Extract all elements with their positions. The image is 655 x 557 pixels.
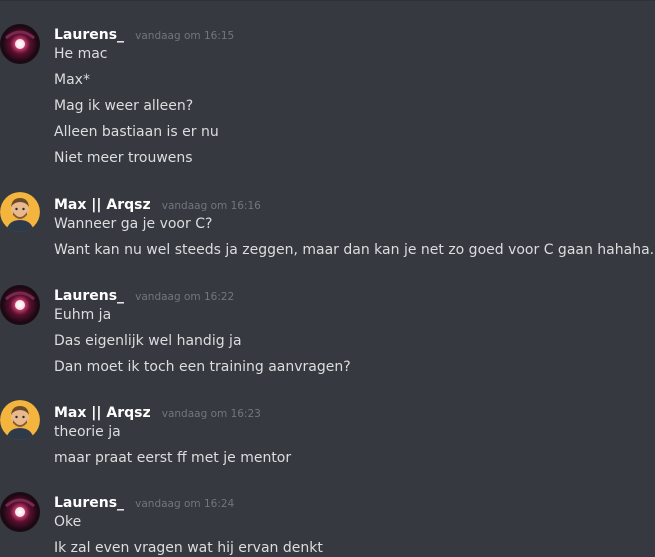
laurens-avatar-icon[interactable] <box>0 285 40 325</box>
message-header: Laurens_ vandaag om 16:22 <box>54 285 235 304</box>
message-header: Max || Arqsz vandaag om 16:23 <box>54 402 261 421</box>
max-avatar-icon[interactable] <box>0 192 40 232</box>
message-text: Ik zal even vragen wat hij ervan denkt <box>54 540 323 556</box>
message-text: Das eigenlijk wel handig ja <box>54 333 242 349</box>
laurens-avatar-icon[interactable] <box>0 492 40 532</box>
max-avatar-icon[interactable] <box>0 400 40 440</box>
username[interactable]: Laurens_ <box>54 288 124 304</box>
message-text: Dan moet ik toch een training aanvragen? <box>54 359 351 375</box>
message-text: Alleen bastiaan is er nu <box>54 124 219 140</box>
message-text: Oke <box>54 514 82 530</box>
timestamp: vandaag om 16:24 <box>135 498 235 510</box>
laurens-avatar-icon[interactable] <box>0 24 40 64</box>
timestamp: vandaag om 16:15 <box>135 30 235 42</box>
message-header: Max || Arqsz vandaag om 16:16 <box>54 194 261 213</box>
username[interactable]: Max || Arqsz <box>54 197 151 213</box>
message-text: theorie ja <box>54 424 121 440</box>
timestamp: vandaag om 16:16 <box>161 200 261 212</box>
message-text: Want kan nu wel steeds ja zeggen, maar d… <box>54 242 655 258</box>
top-divider <box>0 0 655 1</box>
username[interactable]: Max || Arqsz <box>54 405 151 421</box>
message-header: Laurens_ vandaag om 16:24 <box>54 492 235 511</box>
chat-window: Laurens_ vandaag om 16:15 He mac Max* Ma… <box>0 0 655 557</box>
message-text: Max* <box>54 72 90 88</box>
username[interactable]: Laurens_ <box>54 495 124 511</box>
message-text: He mac <box>54 46 108 62</box>
timestamp: vandaag om 16:23 <box>161 408 261 420</box>
message-header: Laurens_ vandaag om 16:15 <box>54 24 235 43</box>
message-text: Euhm ja <box>54 307 112 323</box>
username[interactable]: Laurens_ <box>54 27 124 43</box>
message-text: Wanneer ga je voor C? <box>54 216 213 232</box>
timestamp: vandaag om 16:22 <box>135 291 235 303</box>
message-text: Mag ik weer alleen? <box>54 98 194 114</box>
message-text: maar praat eerst ff met je mentor <box>54 450 292 466</box>
message-text: Niet meer trouwens <box>54 150 193 166</box>
